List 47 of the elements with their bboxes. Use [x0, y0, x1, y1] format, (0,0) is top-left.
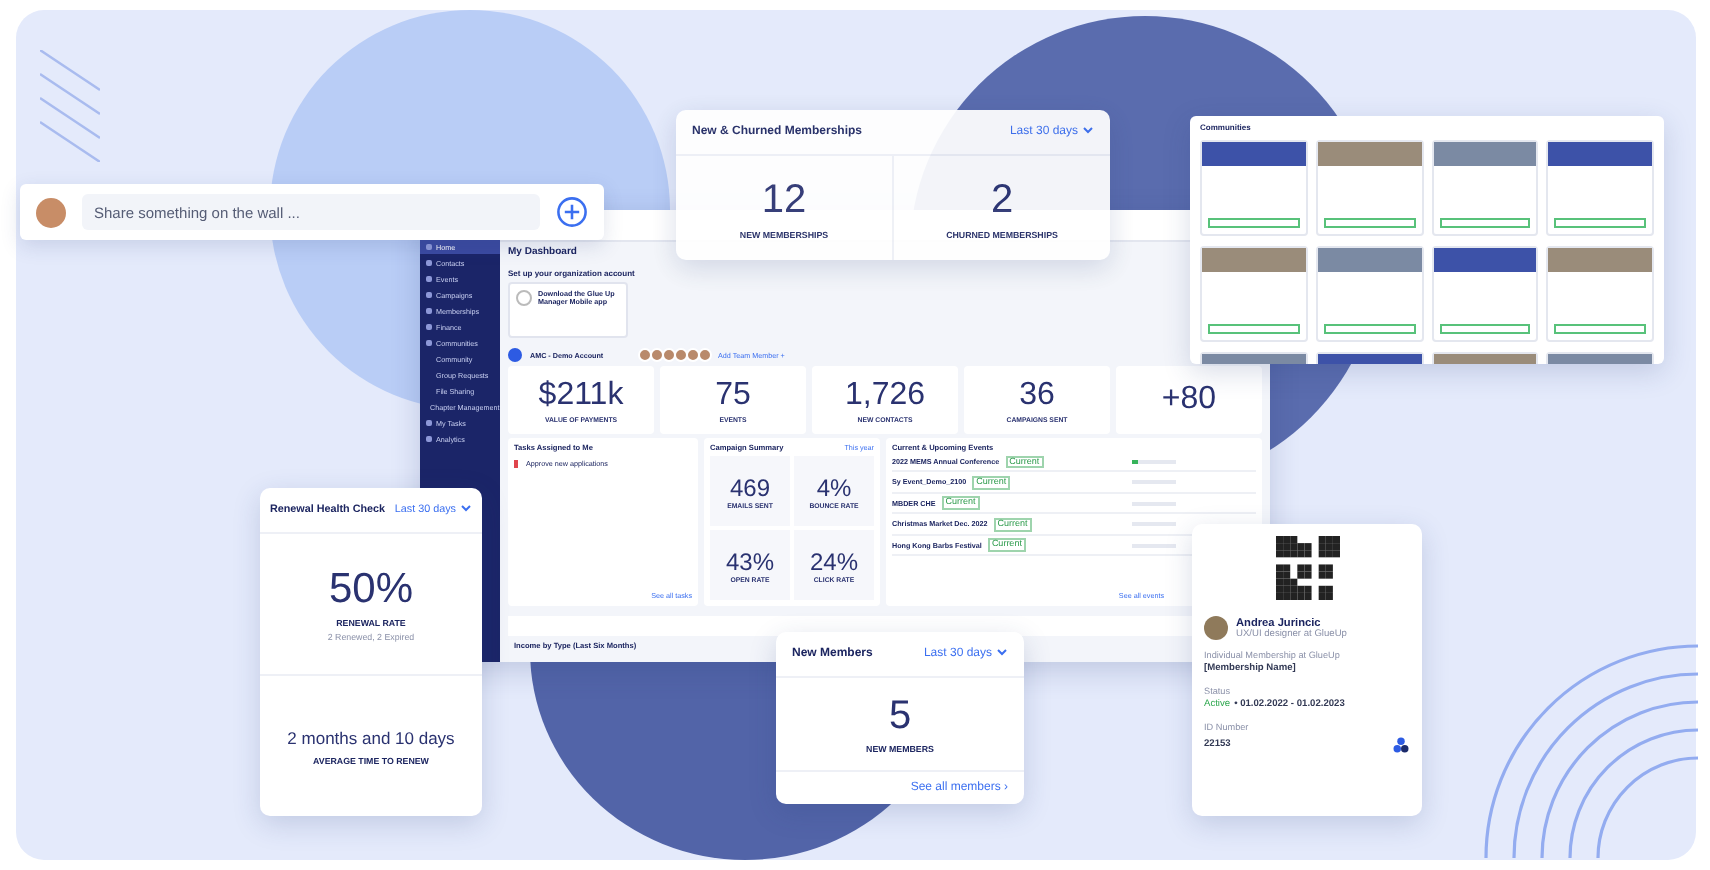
- community-card[interactable]: [1200, 140, 1308, 236]
- community-card[interactable]: [1431, 246, 1539, 342]
- stat-value: 4%: [816, 473, 852, 501]
- stat-value: 36: [1019, 377, 1055, 413]
- stat-value: 50%: [328, 566, 414, 614]
- caret-icon: [996, 648, 1008, 656]
- photo-placeholder: [1202, 248, 1306, 272]
- community-card[interactable]: [1431, 140, 1539, 236]
- logo-icon: [1392, 736, 1410, 754]
- avatar-icon: [1204, 616, 1228, 640]
- join-button[interactable]: [1554, 324, 1646, 334]
- avatar-group-icon: [638, 348, 710, 362]
- photo-placeholder: [1433, 142, 1537, 166]
- caret-icon: [460, 504, 472, 512]
- community-card[interactable]: [1315, 246, 1423, 342]
- stat-value: 5: [888, 694, 912, 740]
- photo-placeholder: [1317, 142, 1421, 166]
- photo-placeholder: [1202, 142, 1306, 166]
- community-card[interactable]: [1200, 246, 1308, 342]
- photo-placeholder: [1433, 248, 1537, 272]
- join-button[interactable]: [1323, 324, 1415, 334]
- community-card[interactable]: [1546, 246, 1654, 342]
- stat-value: 24%: [809, 547, 859, 575]
- add-icon[interactable]: [556, 196, 588, 228]
- stat-value: 2 months and 10 days: [287, 727, 455, 747]
- caret-icon: [1082, 126, 1094, 134]
- join-button[interactable]: [1439, 218, 1531, 228]
- stat-value: +80: [1161, 382, 1217, 418]
- stat-value: $211k: [538, 377, 624, 413]
- community-card[interactable]: [1315, 140, 1423, 236]
- stat-value: 43%: [725, 547, 775, 575]
- photo-placeholder: [1317, 248, 1421, 272]
- stat-value: 12: [761, 177, 807, 223]
- photo-placeholder: [1548, 142, 1652, 166]
- photo-placeholder: [1548, 248, 1652, 272]
- logo-icon: [508, 348, 522, 362]
- qr-code-icon: [1275, 536, 1339, 600]
- avatar-icon: [36, 197, 66, 227]
- join-button[interactable]: [1323, 218, 1415, 228]
- stat-value: 2: [990, 177, 1014, 223]
- stripes-drawing: [40, 50, 100, 162]
- stat-value: 75: [715, 377, 751, 413]
- check-circle-icon: [516, 290, 532, 306]
- stat-value: 1,726: [844, 377, 926, 413]
- community-card[interactable]: [1546, 140, 1654, 236]
- join-button[interactable]: [1208, 324, 1300, 334]
- stat-value: 469: [729, 473, 771, 501]
